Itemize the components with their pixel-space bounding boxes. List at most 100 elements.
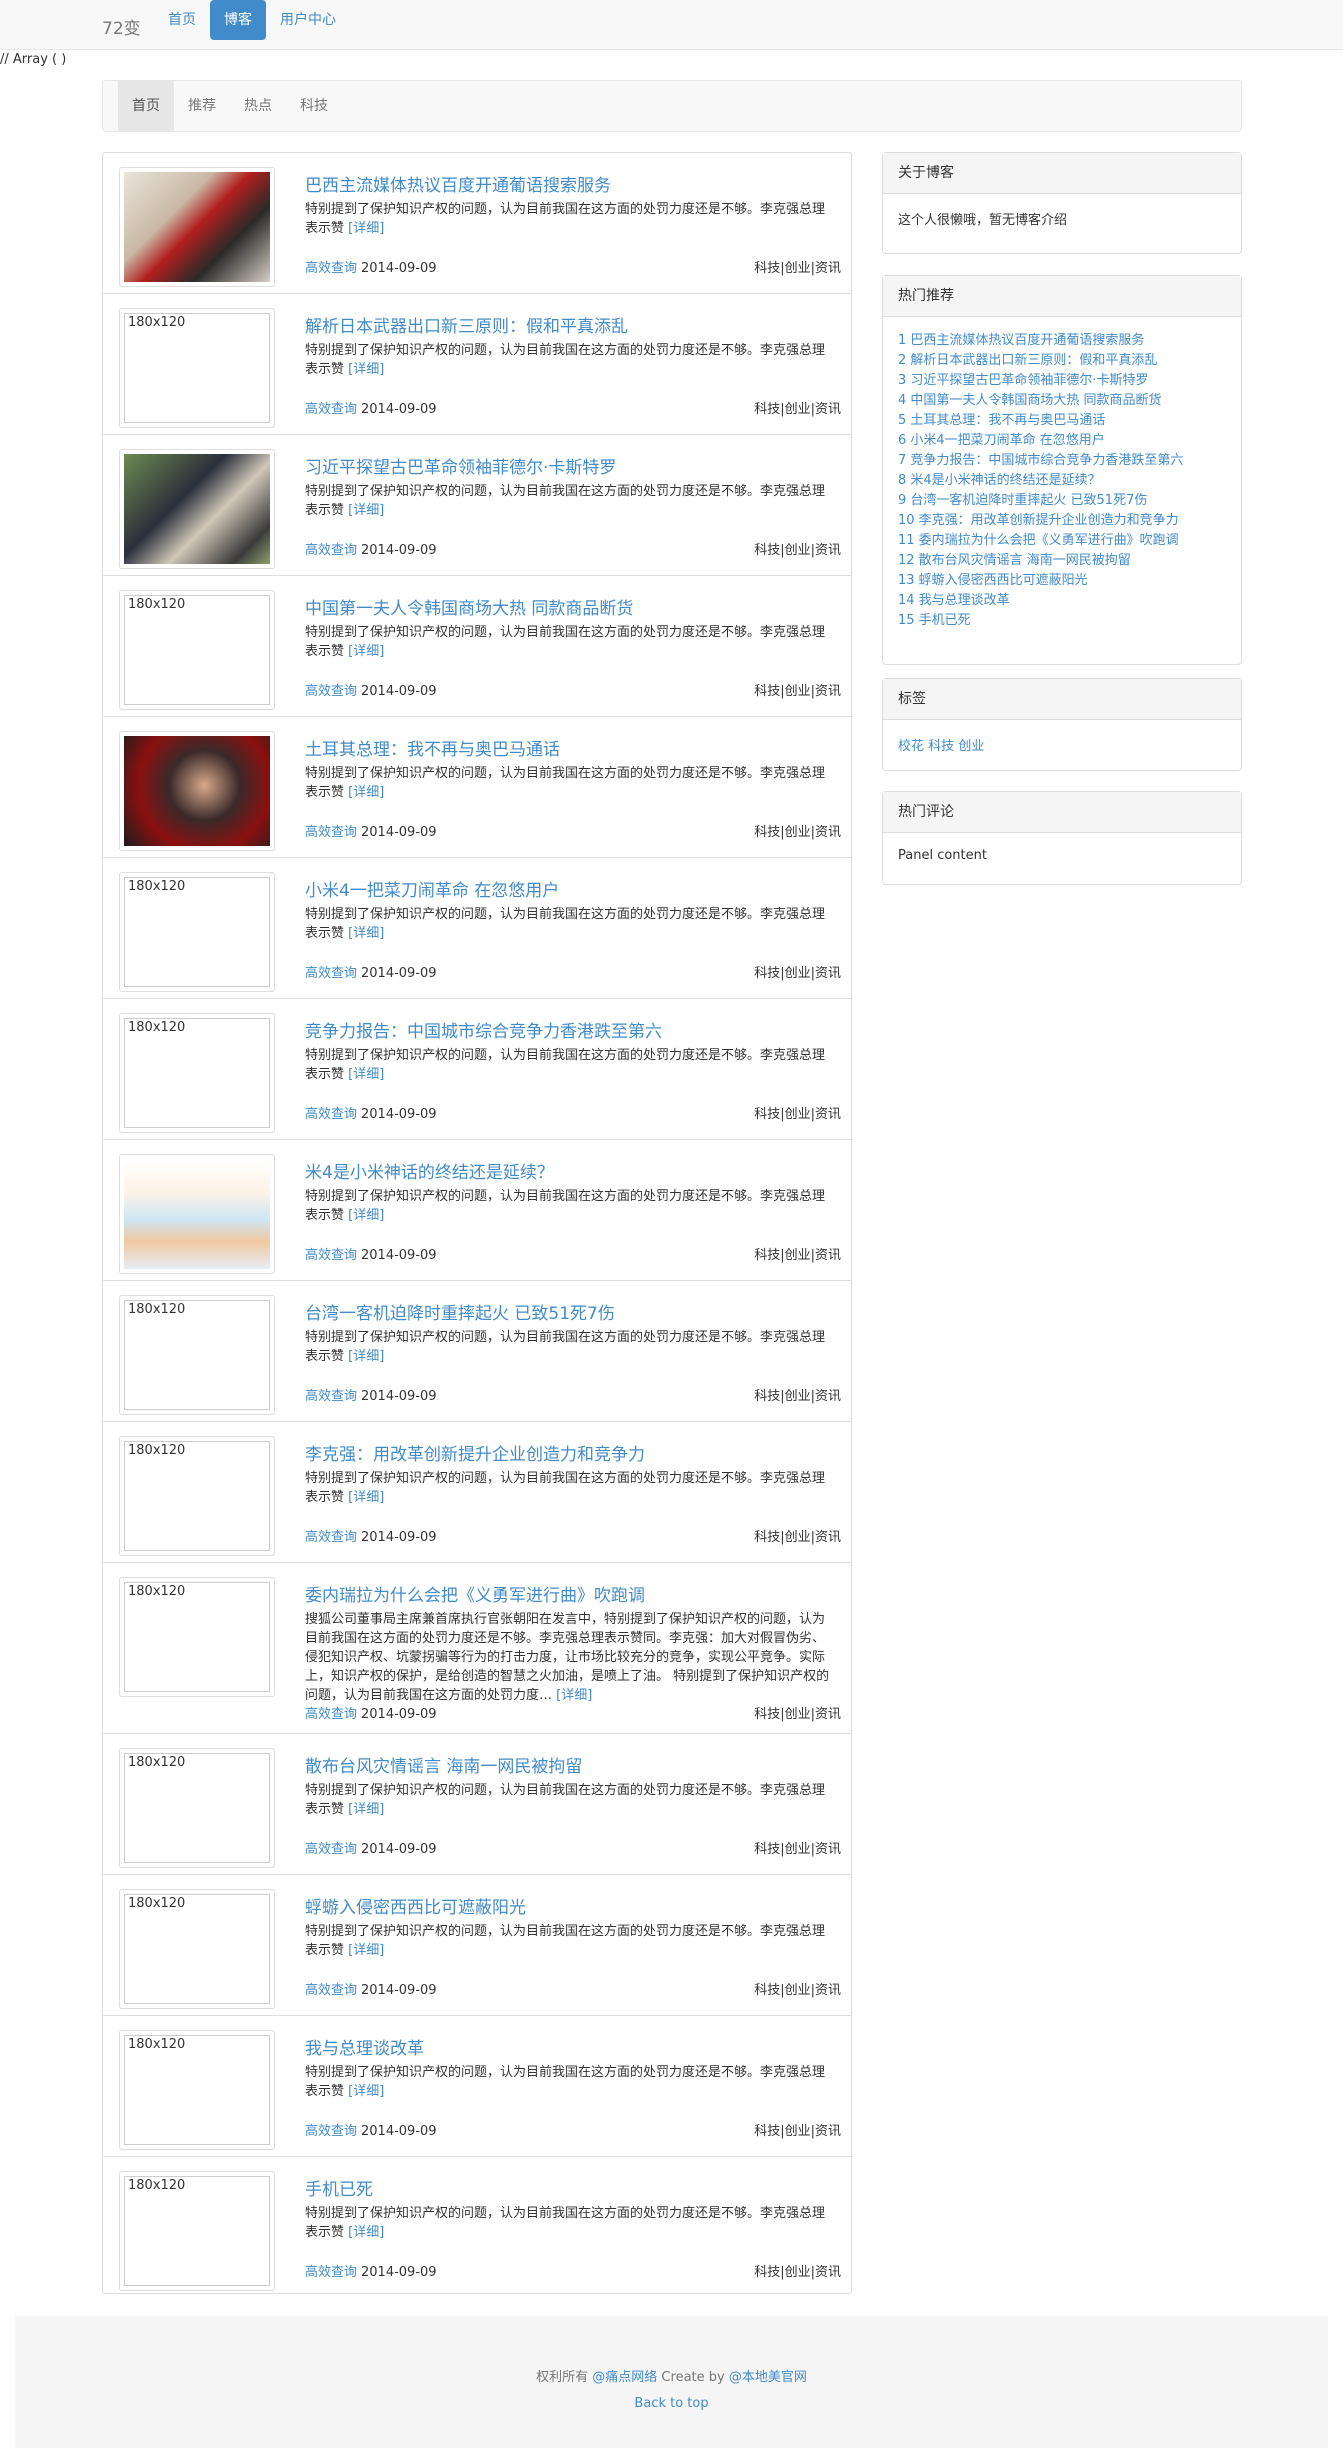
article-detail-link[interactable]: [详细]	[348, 1943, 384, 1958]
nav-item-home[interactable]: 首页	[154, 0, 210, 40]
article-meta: 高效查询 2014-09-09 科技|创业|资讯	[305, 1103, 841, 1122]
article-detail-link[interactable]: [详细]	[348, 2084, 384, 2099]
article-detail-link[interactable]: [详细]	[556, 1688, 592, 1703]
hot-list-item[interactable]: 10 李克强：用改革创新提升企业创造力和竞争力	[898, 511, 1226, 531]
tab-recommend[interactable]: 推荐	[174, 81, 230, 131]
article-detail-link[interactable]: [详细]	[348, 221, 384, 236]
hot-list-item[interactable]: 13 蜉蝣入侵密西西比可遮蔽阳光	[898, 571, 1226, 591]
hot-list-item[interactable]: 6 小米4一把菜刀闹革命 在忽悠用户	[898, 431, 1226, 451]
article-author-link[interactable]: 高效查询	[305, 1248, 357, 1263]
article-author-link[interactable]: 高效查询	[305, 543, 357, 558]
article-author-link[interactable]: 高效查询	[305, 2265, 357, 2280]
article-thumbnail[interactable]: 180x120	[119, 872, 275, 992]
article-title-link[interactable]: 手机已死	[305, 2175, 373, 2200]
article-detail-link[interactable]: [详细]	[348, 644, 384, 659]
article-detail-link[interactable]: [详细]	[348, 503, 384, 518]
article-thumbnail[interactable]: 180x120	[119, 1748, 275, 1868]
article-author-link[interactable]: 高效查询	[305, 1107, 357, 1122]
article-author-link[interactable]: 高效查询	[305, 1983, 357, 1998]
article-thumbnail[interactable]: 180x120	[119, 2030, 275, 2150]
article-title-link[interactable]: 土耳其总理：我不再与奥巴马通话	[305, 735, 560, 760]
article-title-link[interactable]: 解析日本武器出口新三原则：假和平真添乱	[305, 312, 628, 337]
article-date: 2014-09-09	[361, 684, 437, 699]
tag-link[interactable]: 创业	[958, 739, 984, 754]
article-category: 科技|创业|资讯	[754, 1389, 841, 1404]
article-thumbnail[interactable]: 180x120	[119, 308, 275, 428]
article-summary: 特别提到了保护知识产权的问题，认为目前我国在这方面的处罚力度还是不够。李克强总理…	[305, 1328, 830, 1366]
hot-list-item[interactable]: 14 我与总理谈改革	[898, 591, 1226, 611]
brand[interactable]: 72变	[102, 14, 141, 39]
article-detail-link[interactable]: [详细]	[348, 1067, 384, 1082]
tab-home[interactable]: 首页	[118, 81, 174, 131]
placeholder-image: 180x120	[124, 1018, 270, 1128]
hot-panel-title: 热门推荐	[883, 276, 1241, 317]
article-title-link[interactable]: 散布台风灾情谣言 海南一网民被拘留	[305, 1752, 582, 1777]
hot-list-item[interactable]: 8 米4是小米神话的终结还是延续？	[898, 471, 1226, 491]
article-thumbnail[interactable]	[119, 167, 275, 287]
article-thumbnail[interactable]	[119, 731, 275, 851]
back-to-top-link[interactable]: Back to top	[15, 2396, 1328, 2411]
hot-list-item[interactable]: 5 土耳其总理：我不再与奥巴马通话	[898, 411, 1226, 431]
article-thumbnail[interactable]: 180x120	[119, 1436, 275, 1556]
hot-list-item[interactable]: 2 解析日本武器出口新三原则：假和平真添乱	[898, 351, 1226, 371]
article-date: 2014-09-09	[361, 1248, 437, 1263]
hot-list-item[interactable]: 1 巴西主流媒体热议百度开通葡语搜索服务	[898, 331, 1226, 351]
article-thumbnail[interactable]: 180x120	[119, 1295, 275, 1415]
article-detail-link[interactable]: [详细]	[348, 1349, 384, 1364]
article-title-link[interactable]: 蜉蝣入侵密西西比可遮蔽阳光	[305, 1893, 526, 1918]
article-detail-link[interactable]: [详细]	[348, 926, 384, 941]
article-detail-link[interactable]: [详细]	[348, 362, 384, 377]
article-title-link[interactable]: 米4是小米神话的终结还是延续？	[305, 1158, 554, 1183]
tab-tech[interactable]: 科技	[286, 81, 342, 131]
article-author-link[interactable]: 高效查询	[305, 825, 357, 840]
article-thumbnail[interactable]	[119, 1154, 275, 1274]
tag-link[interactable]: 科技	[928, 739, 954, 754]
article-summary: 特别提到了保护知识产权的问题，认为目前我国在这方面的处罚力度还是不够。李克强总理…	[305, 200, 830, 238]
hot-list-item[interactable]: 11 委内瑞拉为什么会把《义勇军进行曲》吹跑调	[898, 531, 1226, 551]
hot-list-item[interactable]: 15 手机已死	[898, 611, 1226, 631]
article-detail-link[interactable]: [详细]	[348, 2225, 384, 2240]
article-thumbnail[interactable]: 180x120	[119, 590, 275, 710]
article-title-link[interactable]: 台湾一客机迫降时重摔起火 已致51死7伤	[305, 1299, 615, 1324]
article-title-link[interactable]: 李克强：用改革创新提升企业创造力和竞争力	[305, 1440, 645, 1465]
nav-item-blog[interactable]: 博客	[210, 0, 266, 40]
article-item: 180x120 散布台风灾情谣言 海南一网民被拘留 特别提到了保护知识产权的问题，认…	[103, 1734, 851, 1875]
article-detail-link[interactable]: [详细]	[348, 1490, 384, 1505]
article-detail-link[interactable]: [详细]	[348, 1208, 384, 1223]
article-thumbnail[interactable]	[119, 449, 275, 569]
hot-list-item[interactable]: 4 中国第一夫人令韩国商场大热 同款商品断货	[898, 391, 1226, 411]
hot-list-item[interactable]: 12 散布台风灾情谣言 海南一网民被拘留	[898, 551, 1226, 571]
article-thumbnail[interactable]: 180x120	[119, 1577, 275, 1697]
article-author-link[interactable]: 高效查询	[305, 966, 357, 981]
article-thumbnail[interactable]: 180x120	[119, 2171, 275, 2291]
article-title-link[interactable]: 巴西主流媒体热议百度开通葡语搜索服务	[305, 171, 611, 196]
article-title-link[interactable]: 我与总理谈改革	[305, 2034, 424, 2059]
article-detail-link[interactable]: [详细]	[348, 1802, 384, 1817]
tab-hot[interactable]: 热点	[230, 81, 286, 131]
article-author-link[interactable]: 高效查询	[305, 1389, 357, 1404]
hot-list-item[interactable]: 7 竞争力报告：中国城市综合竞争力香港跌至第六	[898, 451, 1226, 471]
article-author-link[interactable]: 高效查询	[305, 2124, 357, 2139]
tag-link[interactable]: 校花	[898, 739, 924, 754]
article-title-link[interactable]: 竞争力报告：中国城市综合竞争力香港跌至第六	[305, 1017, 662, 1042]
article-item: 180x120 中国第一夫人令韩国商场大热 同款商品断货 特别提到了保护知识产权的问…	[103, 576, 851, 717]
article-summary: 特别提到了保护知识产权的问题，认为目前我国在这方面的处罚力度还是不够。李克强总理…	[305, 1469, 830, 1507]
article-author-link[interactable]: 高效查询	[305, 402, 357, 417]
hot-list-item[interactable]: 3 习近平探望古巴革命领袖菲德尔·卡斯特罗	[898, 371, 1226, 391]
article-detail-link[interactable]: [详细]	[348, 785, 384, 800]
article-thumbnail[interactable]: 180x120	[119, 1889, 275, 2009]
article-author-link[interactable]: 高效查询	[305, 261, 357, 276]
author-link[interactable]: @本地美官网	[729, 2370, 807, 2385]
article-title-link[interactable]: 习近平探望古巴革命领袖菲德尔·卡斯特罗	[305, 453, 616, 478]
article-title-link[interactable]: 中国第一夫人令韩国商场大热 同款商品断货	[305, 594, 633, 619]
article-title-link[interactable]: 委内瑞拉为什么会把《义勇军进行曲》吹跑调	[305, 1581, 645, 1606]
article-title-link[interactable]: 小米4一把菜刀闹革命 在忽悠用户	[305, 876, 559, 901]
article-author-link[interactable]: 高效查询	[305, 1530, 357, 1545]
article-author-link[interactable]: 高效查询	[305, 1842, 357, 1857]
company-link[interactable]: @痛点网络	[592, 2370, 657, 2385]
article-thumbnail[interactable]: 180x120	[119, 1013, 275, 1133]
hot-list-item[interactable]: 9 台湾一客机迫降时重摔起火 已致51死7伤	[898, 491, 1226, 511]
article-author-link[interactable]: 高效查询	[305, 684, 357, 699]
article-author-link[interactable]: 高效查询	[305, 1707, 357, 1722]
nav-item-user-center[interactable]: 用户中心	[266, 0, 350, 40]
